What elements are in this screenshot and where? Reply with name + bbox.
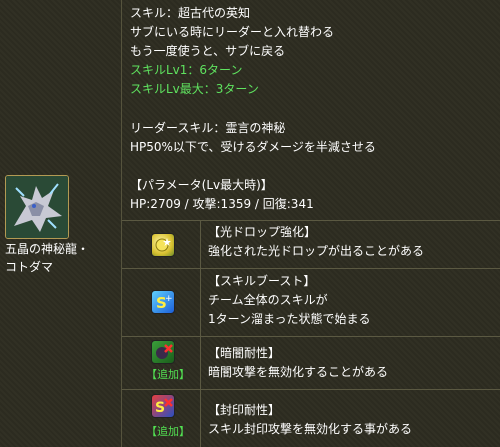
skill-name: スキル：超古代の英知 xyxy=(130,6,251,20)
awakening-desc: 暗闇攻撃を無効化することがある xyxy=(208,365,389,379)
bind-resist-icon[interactable]: S xyxy=(151,394,175,418)
divider xyxy=(200,220,201,447)
divider xyxy=(122,336,500,337)
skill-lvmax: スキルLv最大：3ターン xyxy=(130,82,259,96)
dragon-icon xyxy=(6,176,68,238)
divider xyxy=(122,268,500,269)
monster-name: 五晶の神秘龍・ コトダマ xyxy=(5,240,89,276)
skill-desc-line2: もう一度使うと、サブに戻る xyxy=(130,44,286,58)
added-tag: 【追加】 xyxy=(146,368,190,381)
monster-info-panel: 五晶の神秘龍・ コトダマ スキル：超古代の英知 サブにいる時にリーダーと入れ替わ… xyxy=(0,0,500,447)
dark-resist-icon[interactable] xyxy=(151,340,175,364)
monster-portrait[interactable] xyxy=(5,175,69,239)
monster-name-line2: コトダマ xyxy=(5,260,54,274)
awakening-desc-line1: チーム全体のスキルが xyxy=(208,293,328,307)
awakening-title: 【封印耐性】 xyxy=(208,403,281,417)
leader-skill-name: リーダースキル：霊言の神秘 xyxy=(130,121,286,135)
awakening-desc: 強化された光ドロップが出ることがある xyxy=(208,244,425,258)
awakening-desc-line2: 1ターン溜まった状態で始まる xyxy=(208,312,371,326)
svg-text:+: + xyxy=(165,294,173,304)
added-tag: 【追加】 xyxy=(146,425,190,438)
skill-boost-icon[interactable]: S + xyxy=(151,290,175,314)
awakening-title: 【暗闇耐性】 xyxy=(208,346,281,360)
divider xyxy=(122,220,500,221)
monster-column: 五晶の神秘龍・ コトダマ xyxy=(0,0,122,447)
detail-column: スキル：超古代の英知 サブにいる時にリーダーと入れ替わる もう一度使うと、サブに… xyxy=(122,0,500,447)
leader-skill-desc: HP50%以下で、受けるダメージを半減させる xyxy=(130,140,376,154)
monster-name-line1: 五晶の神秘龍・ xyxy=(5,242,90,256)
divider xyxy=(122,389,500,390)
awakening-title: 【光ドロップ強化】 xyxy=(208,225,317,239)
light-drop-enhance-icon[interactable] xyxy=(151,233,175,257)
svg-text:S: S xyxy=(155,400,165,416)
skill-lv1: スキルLv1：6ターン xyxy=(130,63,243,77)
params-title: 【パラメータ(Lv最大時)】 xyxy=(130,178,273,192)
params-stats: HP:2709 / 攻撃:1359 / 回復:341 xyxy=(130,197,314,211)
awakening-title: 【スキルブースト】 xyxy=(208,274,316,288)
awakening-desc: スキル封印攻撃を無効化する事がある xyxy=(208,422,413,436)
skill-desc-line1: サブにいる時にリーダーと入れ替わる xyxy=(130,25,335,39)
